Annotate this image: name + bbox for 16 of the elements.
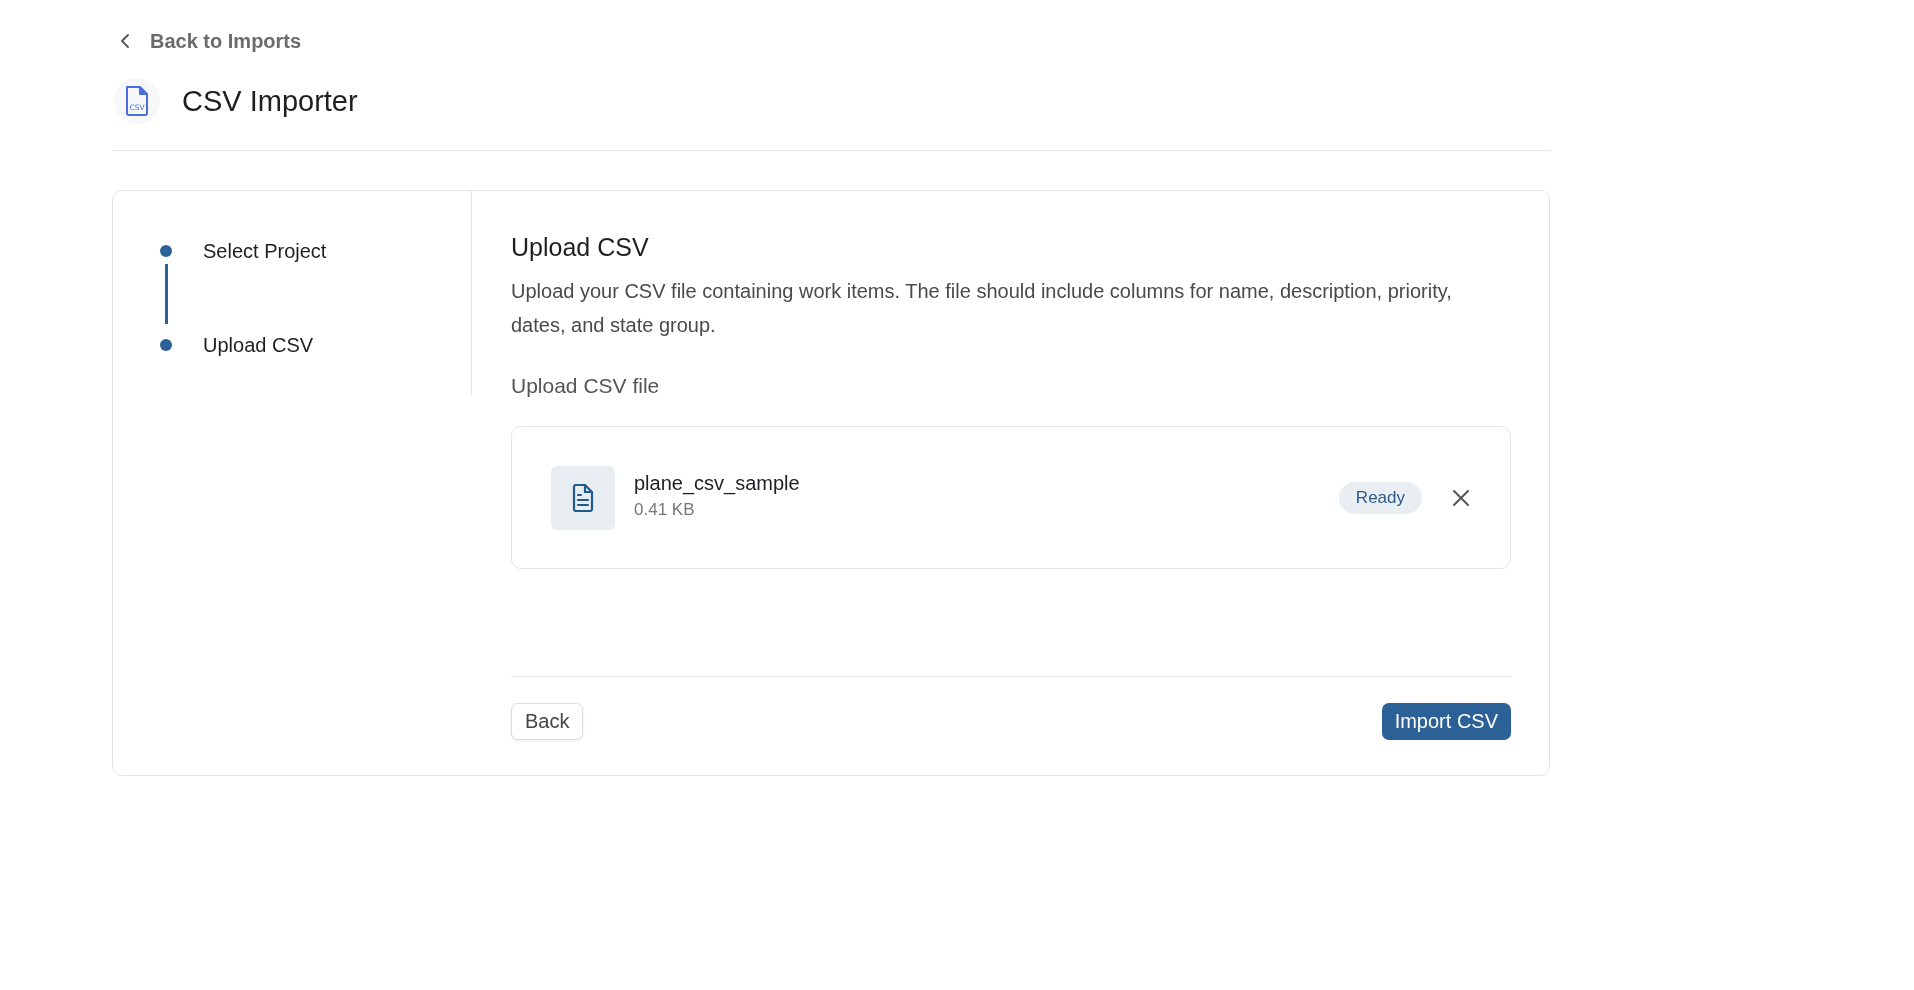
file-name: plane_csv_sample [634, 471, 801, 495]
status-badge: Ready [1338, 481, 1422, 514]
back-link[interactable]: Back to Imports [120, 26, 302, 56]
file-size: 0.41 KB [634, 499, 696, 520]
step-dot [160, 245, 172, 257]
chevron-left-icon [120, 33, 130, 49]
step-label[interactable]: Upload CSV [203, 332, 314, 358]
import-button[interactable]: Import CSV [1381, 703, 1511, 740]
back-button[interactable]: Back [511, 703, 584, 740]
step-dot [160, 339, 172, 351]
section-description: Upload your CSV file containing work items. The file should include columns for name, description, priority, dates, and state group. [511, 279, 1453, 338]
document-icon [551, 465, 615, 530]
field-label: Upload CSV file [511, 374, 661, 398]
section-title: Upload CSV [511, 233, 650, 262]
page-title: CSV Importer [182, 84, 358, 118]
step-label[interactable]: Select Project [203, 238, 327, 332]
